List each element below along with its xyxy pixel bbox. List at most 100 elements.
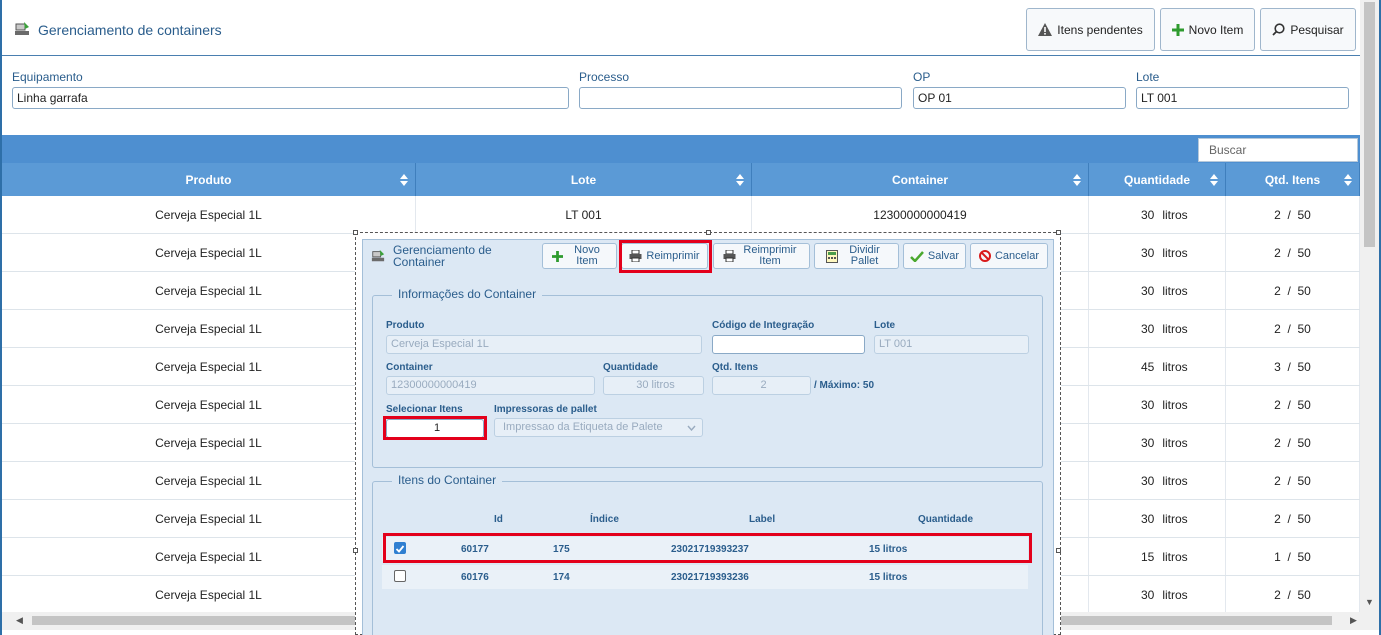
- quantity-unit: litros: [1162, 321, 1188, 336]
- quantity-value: 30: [1140, 435, 1155, 450]
- cell-produto: Cerveja Especial 1L: [2, 538, 416, 575]
- column-header-lote[interactable]: Lote: [416, 163, 752, 196]
- search-icon: [1272, 23, 1285, 36]
- resize-handle[interactable]: [1056, 548, 1061, 553]
- cancel-button[interactable]: Cancelar: [970, 243, 1048, 269]
- pending-items-button[interactable]: Itens pendentes: [1026, 8, 1155, 51]
- resize-handle[interactable]: [1056, 230, 1061, 235]
- impressoras-select: Impressao da Etiqueta de Palete: [494, 418, 703, 437]
- resize-handle[interactable]: [353, 548, 358, 553]
- cell-quantidade: 30 litros: [1089, 386, 1226, 423]
- grid-search-input[interactable]: Buscar: [1198, 138, 1358, 162]
- codigo-integracao-label: Código de Integração: [712, 320, 815, 331]
- container-logo-icon: [15, 22, 29, 35]
- cell-quantidade: 30 litros: [1089, 234, 1226, 271]
- split-pallet-button[interactable]: Dividir Pallet: [814, 243, 899, 269]
- quantity-unit: litros: [1162, 245, 1188, 260]
- cell-qtd-itens: 2 / 50: [1226, 234, 1360, 271]
- new-item-label: Novo Item: [1188, 22, 1244, 37]
- cell-quantidade: 30 litros: [1089, 462, 1226, 499]
- quantity-value: 30: [1140, 587, 1155, 602]
- cell-container: 12300000000419: [752, 196, 1089, 233]
- quantidade-label: Quantidade: [603, 362, 659, 373]
- equipamento-label: Equipamento: [12, 70, 83, 84]
- max-items-text: / Máximo: 50: [814, 380, 875, 391]
- scroll-right-arrow-icon[interactable]: ▶: [1350, 615, 1357, 626]
- page-header: Gerenciamento de containers Itens penden…: [2, 0, 1360, 56]
- scroll-left-arrow-icon[interactable]: ◀: [16, 615, 23, 626]
- cell-produto: Cerveja Especial 1L: [2, 576, 416, 613]
- scroll-down-arrow-icon[interactable]: ▼: [1365, 597, 1374, 607]
- vertical-scroll-thumb[interactable]: [1364, 2, 1375, 247]
- codigo-integracao-field[interactable]: [712, 335, 865, 354]
- sort-icon: [1344, 174, 1352, 186]
- quantity-unit: litros: [1162, 511, 1188, 526]
- quantity-value: 30: [1140, 397, 1155, 412]
- quantidade-field: 30 litros: [603, 376, 704, 395]
- cell-quantidade: 30 litros: [1089, 576, 1226, 613]
- equipamento-field[interactable]: Linha garrafa: [12, 87, 569, 109]
- items-col-id: Id: [494, 514, 503, 525]
- save-button[interactable]: Salvar: [903, 243, 966, 269]
- quantity-unit: litros: [1162, 473, 1188, 488]
- table-row[interactable]: Cerveja Especial 1L LT 001 12300000000419 3…: [2, 196, 1360, 234]
- selecionar-itens-label: Selecionar Itens: [386, 404, 463, 415]
- op-field[interactable]: OP 01: [913, 87, 1126, 109]
- new-item-button[interactable]: Novo Item: [1160, 8, 1255, 51]
- items-ratio: 2 / 50: [1274, 587, 1311, 602]
- column-header-qtd-itens[interactable]: Qtd. Itens: [1226, 163, 1360, 196]
- quantity-unit: litros: [1162, 549, 1188, 564]
- item-indice: 174: [553, 572, 570, 583]
- dialog-lote-field: LT 001: [874, 335, 1029, 354]
- items-ratio: 2 / 50: [1274, 207, 1311, 222]
- cell-produto: Cerveja Especial 1L: [2, 462, 416, 499]
- reprint-item-button[interactable]: Reimprimir Item: [713, 243, 810, 269]
- reprint-item-label: Reimprimir Item: [743, 244, 797, 267]
- cell-produto: Cerveja Especial 1L: [2, 424, 416, 461]
- container-item-row[interactable]: 60176 174 23021719393236 15 litros: [382, 565, 1028, 589]
- container-field: 12300000000419: [386, 376, 595, 395]
- quantity-unit: litros: [1162, 435, 1188, 450]
- lote-field[interactable]: LT 001: [1136, 87, 1349, 109]
- cell-qtd-itens: 3 / 50: [1226, 348, 1360, 385]
- quantity-unit: litros: [1162, 283, 1188, 298]
- dialog-new-item-label: Novo Item: [574, 244, 600, 267]
- quantity-value: 15: [1140, 549, 1155, 564]
- item-checkbox[interactable]: [394, 570, 406, 582]
- processo-label: Processo: [579, 70, 630, 84]
- quantity-unit: litros: [1162, 587, 1188, 602]
- cell-qtd-itens: 2 / 50: [1226, 424, 1360, 461]
- cell-produto: Cerveja Especial 1L: [2, 196, 416, 233]
- app-window: Gerenciamento de containers Itens penden…: [0, 0, 1381, 635]
- quantity-value: 30: [1140, 245, 1155, 260]
- resize-handle[interactable]: [706, 230, 711, 235]
- column-header-container[interactable]: Container: [752, 163, 1089, 196]
- dialog-new-item-button[interactable]: Novo Item: [542, 243, 617, 269]
- qtd-itens-label: Qtd. Itens: [712, 362, 759, 373]
- cell-quantidade: 45 litros: [1089, 348, 1226, 385]
- cell-qtd-itens: 2 / 50: [1226, 462, 1360, 499]
- cell-quantidade: 30 litros: [1089, 196, 1226, 233]
- plus-icon: [552, 250, 563, 262]
- cell-quantidade: 30 litros: [1089, 310, 1226, 347]
- items-ratio: 2 / 50: [1274, 283, 1311, 298]
- items-col-label: Label: [749, 514, 776, 525]
- resize-handle[interactable]: [353, 230, 358, 235]
- items-ratio: 2 / 50: [1274, 473, 1311, 488]
- dialog-lote-label: Lote: [874, 320, 896, 331]
- cell-qtd-itens: 2 / 50: [1226, 196, 1360, 233]
- calculator-icon: [825, 249, 838, 263]
- highlight-select-items: [383, 416, 487, 440]
- items-ratio: 2 / 50: [1274, 435, 1311, 450]
- cell-qtd-itens: 2 / 50: [1226, 576, 1360, 613]
- search-button[interactable]: Pesquisar: [1260, 8, 1356, 51]
- pending-items-label: Itens pendentes: [1057, 22, 1143, 37]
- cell-lote: LT 001: [416, 196, 752, 233]
- produto-label: Produto: [386, 320, 425, 331]
- warning-icon: [1038, 23, 1053, 36]
- column-header-produto[interactable]: Produto: [2, 163, 416, 196]
- column-header-quantidade[interactable]: Quantidade: [1089, 163, 1226, 196]
- processo-field[interactable]: [579, 87, 902, 109]
- plus-icon: [1171, 23, 1184, 36]
- quantity-value: 30: [1140, 511, 1155, 526]
